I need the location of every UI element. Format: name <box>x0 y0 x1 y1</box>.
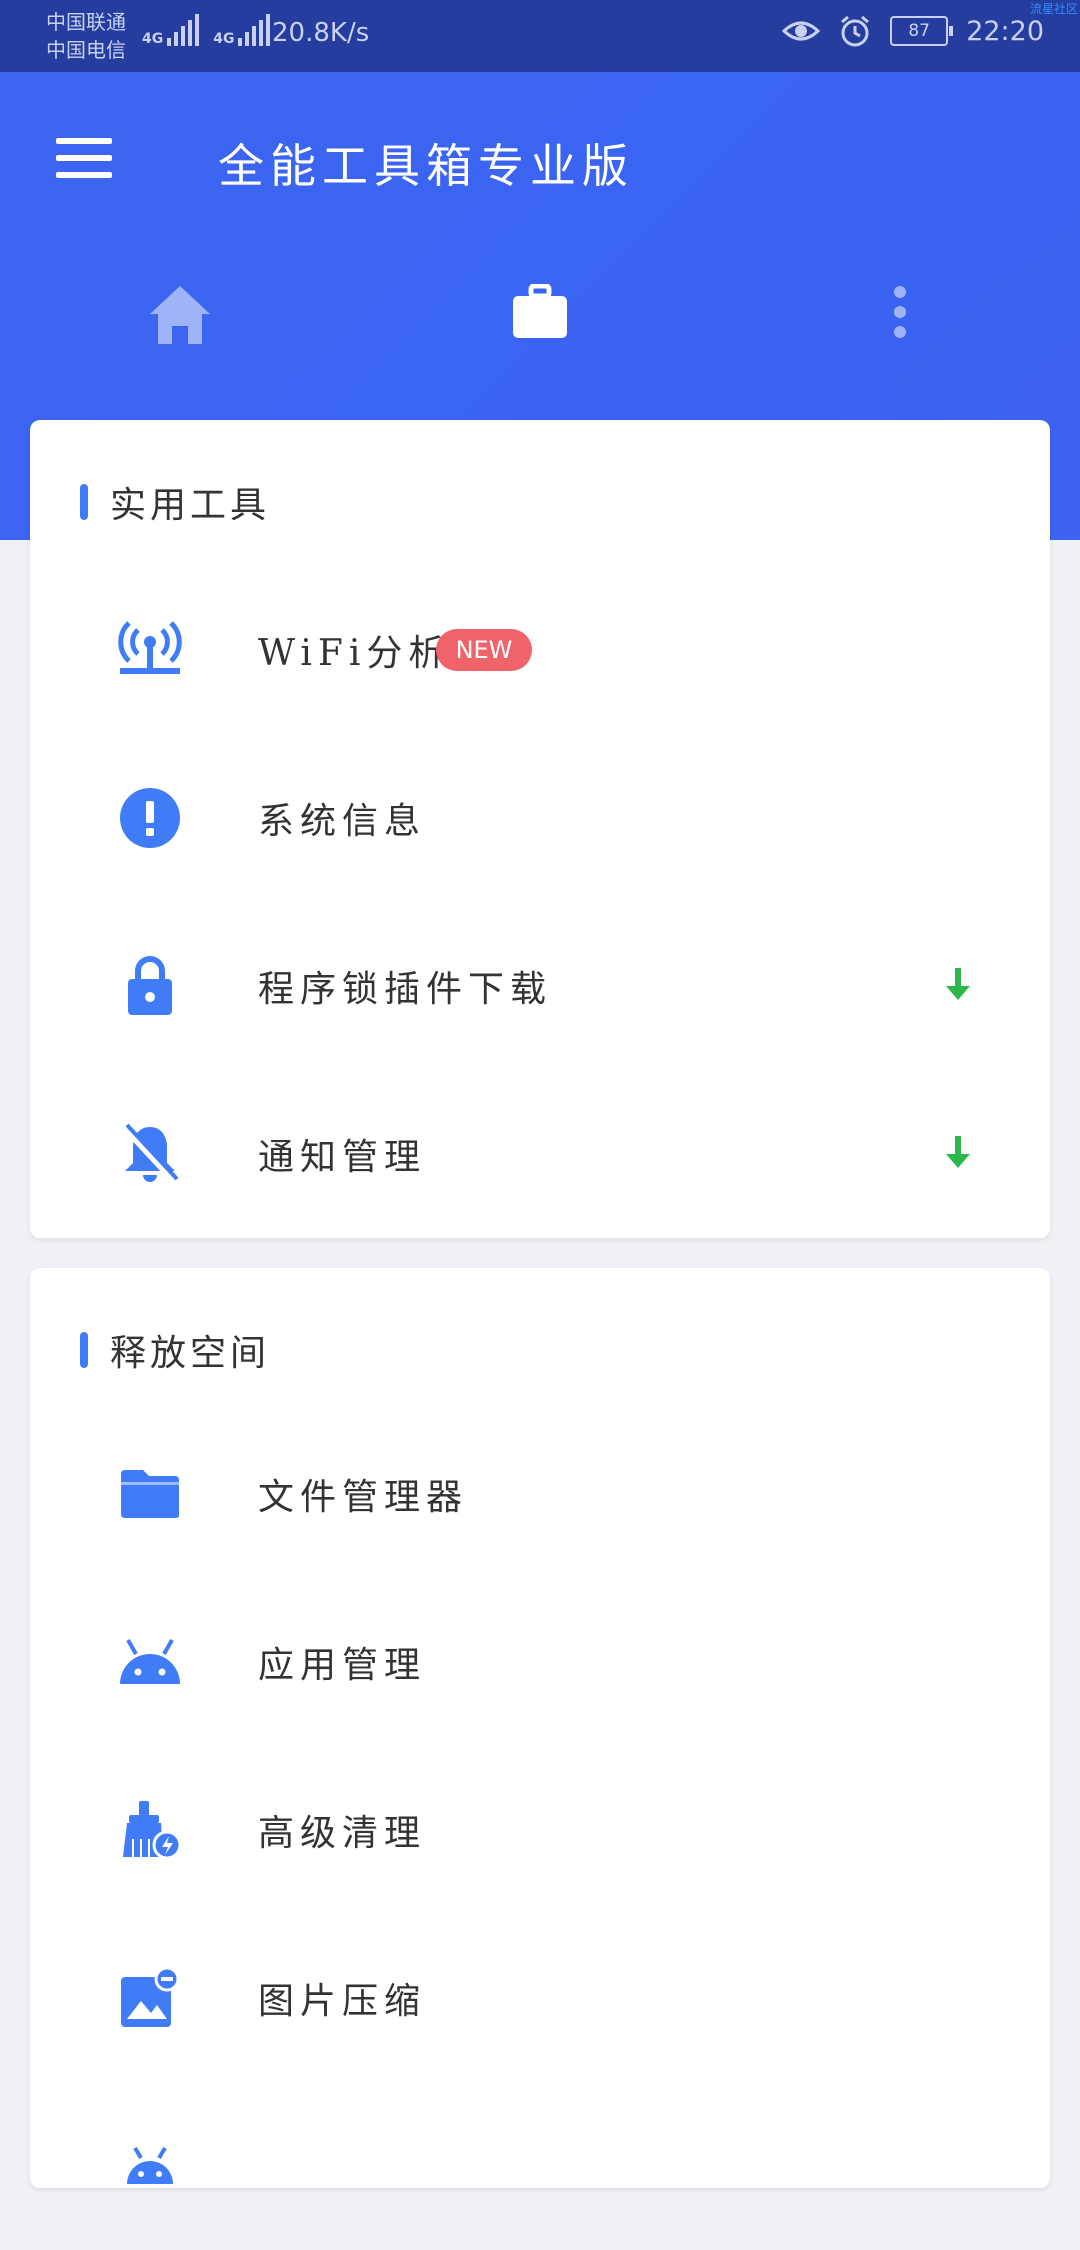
lock-icon <box>116 952 184 1020</box>
signal-indicators: 4G 4G <box>142 14 280 46</box>
list-item-image-compress[interactable]: 图片压缩 <box>30 1914 1050 2082</box>
more-vertical-icon <box>894 286 906 338</box>
alarm-icon <box>841 15 870 47</box>
home-icon <box>150 286 210 344</box>
carrier-labels: 中国联通 中国电信 <box>46 8 126 64</box>
folder-icon <box>116 1460 184 1528</box>
wifi-analysis-icon <box>116 616 184 684</box>
status-right: 87 22:20 <box>782 14 1044 48</box>
info-alert-icon <box>116 784 184 852</box>
download-icon[interactable] <box>940 966 976 1006</box>
tools-card: 实用工具 WiFi分析 NEW 系统信息 程序锁插件下载 通知管理 <box>30 420 1050 1238</box>
network-type-2: 4G <box>213 31 235 47</box>
signal-bars-1-icon <box>167 14 200 46</box>
watermark: 流星社区 <box>1029 2 1078 16</box>
list-item-advanced-clean[interactable]: 高级清理 <box>30 1746 1050 1914</box>
list-item-system-info[interactable]: 系统信息 <box>30 734 1050 902</box>
list-item-wifi-analysis[interactable]: WiFi分析 NEW <box>30 566 1050 734</box>
broom-icon <box>116 1796 184 1864</box>
section-title-free-space: 释放空间 <box>110 1333 271 1374</box>
carrier-1: 中国联通 <box>46 10 126 34</box>
list-item-app-manager[interactable]: 应用管理 <box>30 1578 1050 1746</box>
carrier-2: 中国电信 <box>46 38 126 62</box>
section-accent-bar <box>80 484 88 520</box>
briefcase-icon <box>513 284 567 338</box>
list-item-notification-manager[interactable]: 通知管理 <box>30 1070 1050 1238</box>
new-badge: NEW <box>436 629 532 671</box>
list-item-label: 高级清理 <box>258 1813 427 1854</box>
list-item-label: 程序锁插件下载 <box>258 969 553 1010</box>
list-item-partial[interactable] <box>30 2082 1050 2250</box>
list-item-app-lock-plugin[interactable]: 程序锁插件下载 <box>30 902 1050 1070</box>
android-icon <box>116 1628 184 1696</box>
network-speed: 20.8K/s <box>272 18 370 48</box>
android-icon <box>116 2132 184 2200</box>
tab-home[interactable] <box>90 280 270 384</box>
list-item-label: 应用管理 <box>258 1645 427 1686</box>
tab-tools[interactable] <box>450 280 630 384</box>
list-item-label: 文件管理器 <box>258 1477 469 1518</box>
download-icon[interactable] <box>940 1134 976 1174</box>
section-header: 释放空间 <box>80 1324 270 1376</box>
image-compress-icon <box>116 1964 184 2032</box>
free-space-card: 释放空间 文件管理器 应用管理 高级清理 图片压缩 <box>30 1268 1050 2188</box>
section-accent-bar <box>80 1332 88 1368</box>
tab-bar <box>0 280 1080 588</box>
status-bar: 中国联通 中国电信 4G 4G 20.8K/s 87 22:20 流星社区 <box>0 0 1080 72</box>
signal-bars-2-icon <box>238 14 271 46</box>
clock: 22:20 <box>966 15 1044 47</box>
list-item-label: 图片压缩 <box>258 1981 427 2022</box>
menu-icon[interactable] <box>56 138 112 184</box>
section-header: 实用工具 <box>80 476 270 528</box>
bell-off-icon <box>116 1120 184 1188</box>
list-item-file-manager[interactable]: 文件管理器 <box>30 1410 1050 1578</box>
tab-more[interactable] <box>810 280 990 384</box>
app-title: 全能工具箱专业版 <box>218 139 634 193</box>
list-item-label: 系统信息 <box>258 801 427 842</box>
network-type-1: 4G <box>142 31 164 47</box>
list-item-label: 通知管理 <box>258 1137 427 1178</box>
eye-icon <box>782 21 821 41</box>
list-item-label: WiFi分析 <box>258 633 451 674</box>
section-title-tools: 实用工具 <box>110 485 271 526</box>
battery-icon: 87 <box>890 16 954 46</box>
